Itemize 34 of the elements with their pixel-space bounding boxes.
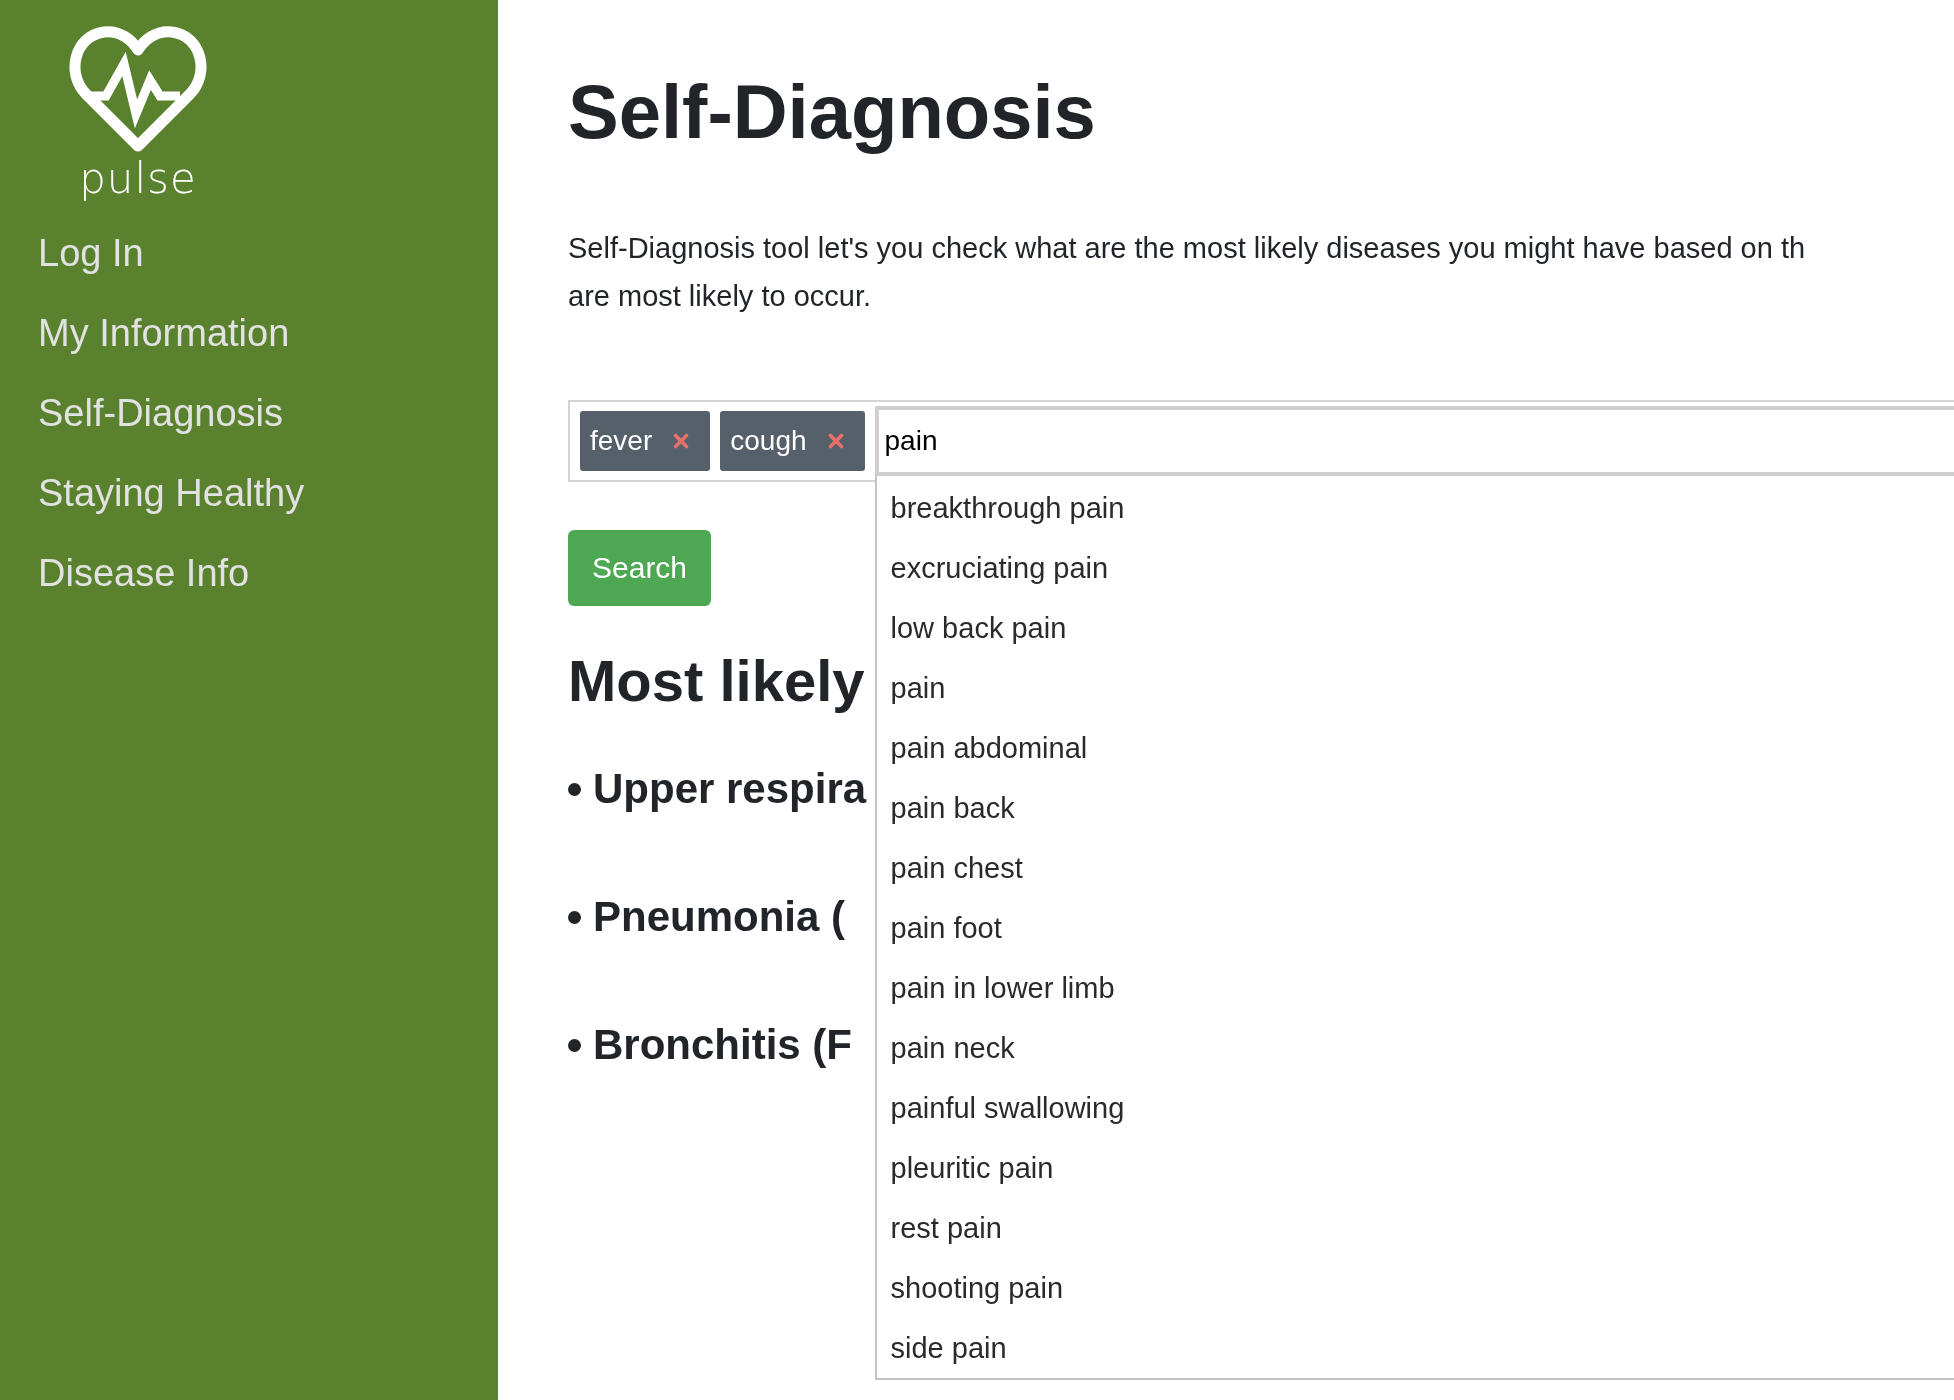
result-item: Upper respira xyxy=(593,764,867,815)
tag-label: cough xyxy=(730,424,807,457)
suggestion-item[interactable]: pain foot xyxy=(876,897,1954,958)
nav-link[interactable]: My Information xyxy=(38,310,290,356)
logo-text: pulse xyxy=(79,158,197,200)
symptom-input[interactable]: pain xyxy=(874,405,1954,476)
suggestion-item[interactable]: pleuritic pain xyxy=(876,1137,1954,1198)
result-item: Bronchitis (F xyxy=(593,1020,852,1071)
suggestion-item[interactable]: pain abdominal xyxy=(876,717,1954,778)
results-heading: Most likely xyxy=(568,646,865,715)
bullet-icon xyxy=(568,1038,581,1052)
suggestion-item[interactable]: pain back xyxy=(876,777,1954,838)
suggestion-item[interactable]: breakthrough pain xyxy=(876,477,1954,538)
suggestion-item[interactable]: shooting pain xyxy=(876,1257,1954,1318)
nav-link[interactable]: Log In xyxy=(38,230,144,276)
nav-link[interactable]: Disease Info xyxy=(38,550,250,596)
suggestion-item[interactable]: pain neck xyxy=(876,1017,1954,1078)
suggestion-item[interactable]: pain xyxy=(876,657,1954,718)
nav-link[interactable]: Self-Diagnosis xyxy=(38,390,283,436)
description-text: Self-Diagnosis tool let's you check what are the most likely diseases you might have based on th are most likely to occur. xyxy=(568,230,1807,314)
suggestion-item[interactable]: rest pain xyxy=(876,1197,1954,1258)
page-title: Self-Diagnosis xyxy=(568,70,1097,154)
suggestion-item[interactable]: painful swallowing xyxy=(876,1077,1954,1138)
suggestion-item[interactable]: pain in lower limb xyxy=(876,957,1954,1018)
bullet-icon xyxy=(568,910,581,924)
bullet-icon xyxy=(568,782,581,796)
result-item: Pneumonia ( xyxy=(593,892,846,943)
heart-pulse-icon xyxy=(68,24,208,154)
suggestion-item[interactable]: side pain xyxy=(876,1317,1954,1378)
nav-link[interactable]: Staying Healthy xyxy=(38,470,305,516)
suggestion-item[interactable]: pain chest xyxy=(876,837,1954,898)
suggestion-item[interactable]: excruciating pain xyxy=(876,537,1954,598)
tag-label: fever xyxy=(590,424,653,457)
suggestion-item[interactable]: low back pain xyxy=(876,597,1954,658)
